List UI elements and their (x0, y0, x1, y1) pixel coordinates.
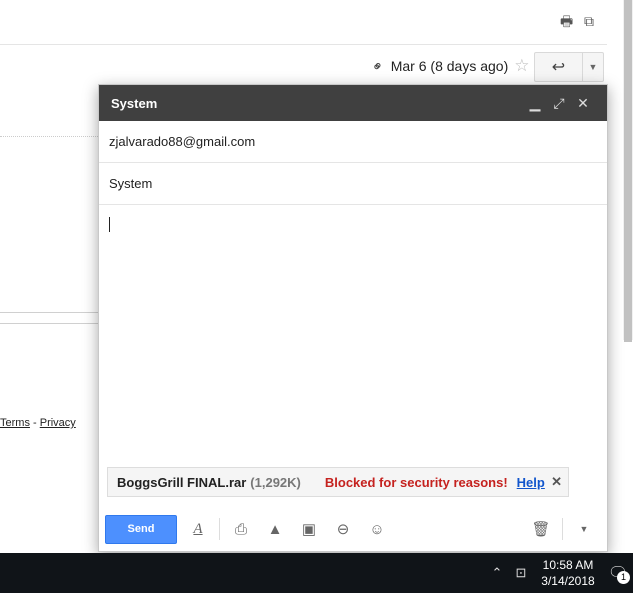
scrollbar[interactable] (623, 0, 633, 342)
message-body[interactable] (99, 205, 607, 467)
google-drive-icon[interactable]: ▲ (258, 521, 292, 538)
divider (0, 44, 607, 45)
system-tray: ⌃ ⊡ 10:58 AM 3/14/2018 🗨1 (485, 553, 633, 593)
close-icon[interactable]: ✕ (571, 95, 595, 112)
popout-icon[interactable]: ⧉ (584, 14, 598, 28)
text-cursor (109, 217, 110, 232)
attachment-chip: BoggsGrill FINAL.rar (1,292K) Blocked fo… (107, 467, 569, 497)
blocked-warning: Blocked for security reasons! (324, 474, 508, 490)
toolbar-separator (219, 518, 220, 540)
scrollbar-thumb[interactable] (624, 0, 632, 342)
reply-button-group: ↩ ▼ (534, 52, 604, 82)
message-date: Mar 6 (8 days ago) (390, 58, 509, 74)
attach-file-icon[interactable]: ⎙ (224, 521, 258, 538)
toolbar-right: 🗑 ▼ (524, 507, 601, 551)
help-link[interactable]: Help (517, 475, 545, 490)
chevron-up-icon[interactable]: ⌃ (485, 565, 509, 581)
compose-window: System ▁ ⤢ ✕ zjalvarado88@gmail.com Syst… (98, 84, 608, 552)
privacy-link[interactable]: Privacy (40, 417, 76, 429)
compose-toolbar: Send A ⎙ ▲ ▣ ⊖ ☺ 🗑 ▼ (99, 507, 607, 551)
print-icon[interactable]: 🖶 (560, 14, 574, 28)
notification-icon[interactable]: 🗨1 (603, 563, 633, 584)
trash-icon[interactable]: 🗑 (524, 520, 558, 538)
footer-links: Terms - Privacy (0, 417, 76, 429)
divider (0, 312, 100, 313)
network-icon[interactable]: ⊡ (509, 565, 533, 581)
subject-field[interactable]: System (99, 163, 607, 205)
send-button[interactable]: Send (105, 514, 177, 544)
message-actions: 🖶 ⧉ (560, 14, 598, 28)
to-field[interactable]: zjalvarado88@gmail.com (99, 121, 607, 163)
compose-title: System (111, 95, 158, 111)
reply-icon[interactable]: ↩ (535, 53, 583, 81)
compose-header[interactable]: System ▁ ⤢ ✕ (99, 85, 607, 121)
clock-date: 3/14/2018 (541, 574, 595, 588)
more-dropdown-icon[interactable]: ▼ (583, 53, 603, 81)
attachment-name[interactable]: BoggsGrill FINAL.rar (117, 475, 246, 490)
terms-link[interactable]: Terms (0, 417, 30, 429)
formatting-icon[interactable]: A (181, 521, 215, 538)
taskbar: ⌃ ⊡ 10:58 AM 3/14/2018 🗨1 (0, 553, 633, 593)
attachment-size: (1,292K) (250, 474, 301, 490)
fullscreen-icon[interactable]: ⤢ (547, 95, 571, 112)
clock[interactable]: 10:58 AM 3/14/2018 (533, 557, 603, 589)
insert-link-icon[interactable]: ⊖ (326, 520, 360, 538)
footer-separator: - (29, 417, 40, 429)
insert-photo-icon[interactable]: ▣ (292, 520, 326, 538)
emoji-icon[interactable]: ☺ (360, 521, 394, 538)
notification-badge: 1 (617, 571, 630, 584)
divider (0, 136, 100, 137)
message-meta: ⚭ Mar 6 (8 days ago) ☆ (368, 56, 530, 76)
more-options-icon[interactable]: ▼ (567, 524, 601, 534)
minimize-icon[interactable]: ▁ (523, 95, 547, 112)
clock-time: 10:58 AM (542, 558, 594, 572)
divider (0, 323, 100, 324)
toolbar-separator (562, 518, 563, 540)
paperclip-icon: ⚭ (367, 55, 388, 76)
remove-attachment-icon[interactable]: ✕ (551, 474, 562, 490)
star-icon[interactable]: ☆ (514, 56, 529, 76)
